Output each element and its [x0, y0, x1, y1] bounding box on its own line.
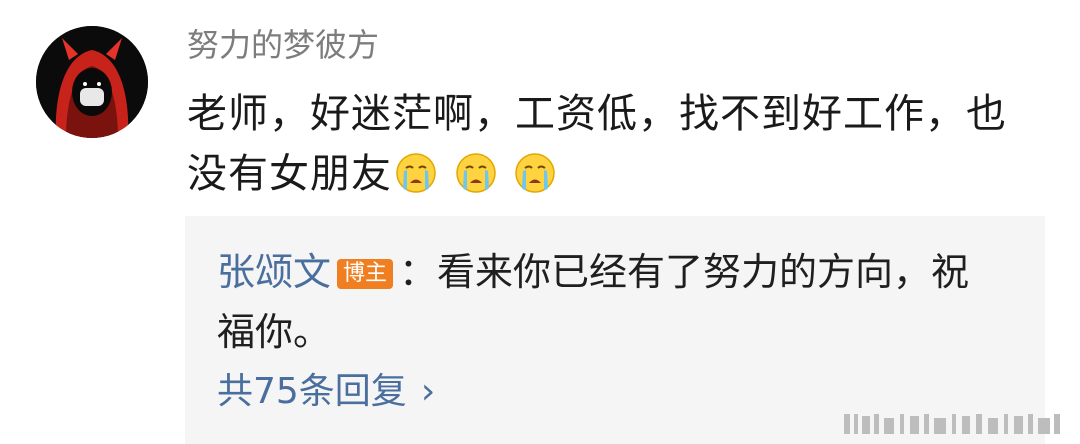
comment-body: 老师，好迷茫啊，工资低，找不到好工作，也没有女朋友	[187, 84, 1047, 212]
crying-face-icon	[396, 153, 436, 193]
comment-text: 老师，好迷茫啊，工资低，找不到好工作，也没有女朋友	[187, 91, 1007, 197]
author-badge: 博主	[337, 259, 394, 289]
chevron-right-icon: ›	[420, 371, 436, 412]
reply-separator: ：	[399, 250, 438, 294]
hooded-devil-avatar-icon	[36, 26, 148, 138]
reply-count-label: 共75条回复	[217, 371, 407, 412]
crying-face-icon	[515, 153, 556, 193]
watermark-graphic	[844, 414, 1060, 434]
comment-username[interactable]: 努力的梦彼方	[187, 22, 379, 68]
reply-line: 张颂文 博主 ：看来你已经有了努力的方向，祝福你。	[217, 242, 1007, 362]
view-replies-link[interactable]: 共75条回复 ›	[217, 364, 435, 420]
emoji-group	[394, 151, 559, 212]
avatar[interactable]	[36, 26, 148, 138]
reply-author[interactable]: 张颂文	[217, 250, 331, 294]
crying-face-icon	[455, 153, 496, 193]
